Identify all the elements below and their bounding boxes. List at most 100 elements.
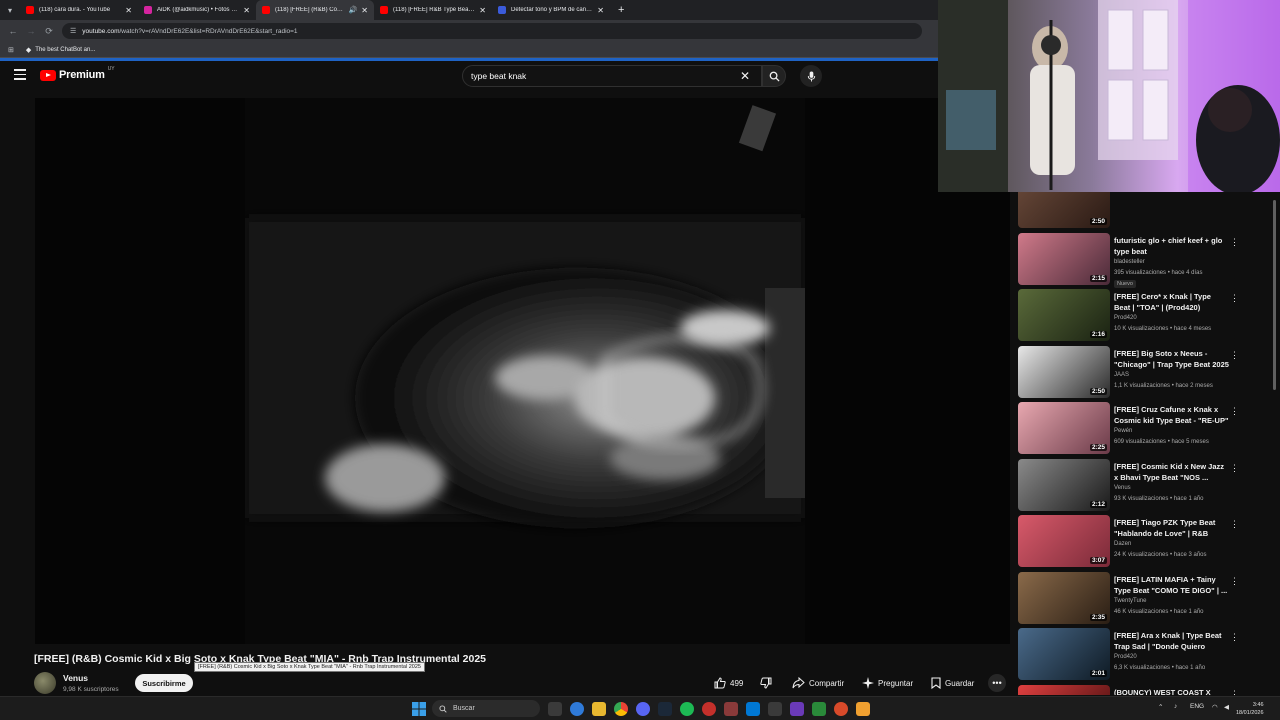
clear-search-icon[interactable]: ✕ — [740, 69, 750, 83]
like-button[interactable]: 499 — [714, 674, 743, 692]
recommendation-title[interactable]: futuristic glo + chief keef + glo type b… — [1114, 235, 1229, 257]
tab-search-icon[interactable]: ▾ — [0, 0, 20, 20]
recommendation-channel[interactable]: Venus — [1114, 485, 1131, 491]
microphone-tray-icon[interactable]: ♪ — [1174, 703, 1177, 710]
recommendation-title[interactable]: [FREE] Tiago PZK Type Beat "Hablando de … — [1114, 517, 1229, 539]
more-actions-icon[interactable]: ••• — [988, 674, 1006, 692]
file-explorer-icon[interactable] — [592, 702, 606, 716]
recommendation-item[interactable]: (BOUNCY) WEST COAST X REGGAETON X DETROI… — [1016, 684, 1246, 696]
dislike-button[interactable] — [760, 674, 776, 692]
browser-tab[interactable]: (118) cara dura. - YouTube ✕ — [20, 0, 138, 20]
browser-tab[interactable]: AiDK (@aidkmusic) • Fotos y vi... ✕ — [138, 0, 256, 20]
task-view-icon[interactable] — [548, 702, 562, 716]
share-button[interactable]: Compartir — [792, 674, 844, 692]
search-input[interactable]: type beat knak — [462, 65, 762, 87]
recommendation-title[interactable]: [FREE] Cosmic Kid x New Jazz x Bhavi Typ… — [1114, 461, 1229, 483]
bookmark-chatbot[interactable]: The best ChatBot an... — [35, 47, 95, 53]
recommendation-title[interactable]: [FREE] LATIN MAFIA + Tainy Type Beat "CO… — [1114, 574, 1229, 596]
save-button[interactable]: Guardar — [931, 674, 974, 692]
more-options-icon[interactable]: ⋮ — [1230, 519, 1239, 530]
recommendation-channel[interactable]: JAAS — [1114, 372, 1129, 378]
recommendation-title[interactable]: [FREE] Ara x Knak | Type Beat Trap Sad |… — [1114, 630, 1229, 652]
tab-audio-icon[interactable]: 🔊 — [349, 6, 358, 14]
recommendation-channel[interactable]: Prod420 — [1114, 315, 1137, 321]
taskbar-search[interactable]: Buscar — [432, 700, 540, 717]
forward-icon[interactable]: → — [22, 26, 40, 36]
recommendation-item[interactable]: 2:15 futuristic glo + chief keef + glo ty… — [1016, 232, 1246, 289]
wifi-icon[interactable]: ◠ — [1212, 703, 1218, 711]
recommendation-thumbnail[interactable]: 2:01 — [1018, 628, 1110, 680]
more-options-icon[interactable]: ⋮ — [1230, 293, 1239, 304]
site-info-icon[interactable]: ☰ — [70, 27, 76, 35]
more-options-icon[interactable]: ⋮ — [1230, 463, 1239, 474]
sidebar-scrollbar[interactable] — [1273, 190, 1278, 695]
tab-close-icon[interactable]: ✕ — [125, 6, 132, 15]
recommendation-title[interactable]: (BOUNCY) WEST COAST X REGGAETON X DETROI… — [1114, 687, 1229, 696]
system-clock[interactable]: 3:46 18/01/2026 — [1236, 701, 1264, 717]
recommendation-channel[interactable]: Prod420 — [1114, 654, 1137, 660]
url-bar[interactable]: ☰ youtube.com /watch?v=rAVndDrE62E&list=… — [62, 23, 922, 39]
menu-icon[interactable] — [14, 69, 26, 81]
volume-icon[interactable]: ◀ — [1224, 703, 1229, 711]
recommendation-title[interactable]: [FREE] Big Soto x Neeus - "Chicago" | Tr… — [1114, 348, 1229, 370]
recommendation-thumbnail[interactable]: 2:12 — [1018, 458, 1110, 511]
tab-close-icon[interactable]: ✕ — [597, 6, 604, 15]
youtube-music-icon[interactable] — [702, 702, 716, 716]
youtube-logo[interactable]: Premium UY — [40, 66, 115, 81]
recommendation-channel[interactable]: bladesteller — [1114, 259, 1145, 265]
more-options-icon[interactable]: ⋮ — [1230, 237, 1239, 248]
recommendation-channel[interactable]: Dazen — [1114, 541, 1131, 547]
more-options-icon[interactable]: ⋮ — [1230, 632, 1239, 643]
recommendation-title[interactable]: [FREE] Cero* x Knak | Type Beat | "TOA" … — [1114, 291, 1229, 313]
windows-start-icon[interactable] — [412, 702, 426, 716]
recommendation-item[interactable]: 2:16 [FREE] Cero* x Knak | Type Beat | "T… — [1016, 289, 1246, 345]
voice-search-button[interactable] — [800, 65, 822, 87]
ask-button[interactable]: Preguntar — [862, 674, 913, 692]
xbox-icon[interactable] — [812, 702, 826, 716]
browser-tab[interactable]: Detectar tono y BPM de canció... ✕ — [492, 0, 610, 20]
tab-close-icon[interactable]: ✕ — [243, 6, 250, 15]
obs-icon[interactable] — [834, 702, 848, 716]
recommendation-item[interactable]: 2:50308 K visualizaciones • hace 7 meses — [1016, 190, 1246, 232]
tab-close-icon[interactable]: ✕ — [361, 6, 368, 15]
search-button[interactable] — [762, 65, 786, 87]
apps-grid-icon[interactable]: ⊞ — [8, 46, 14, 54]
language-indicator[interactable]: ENG — [1190, 703, 1204, 710]
terminal-icon[interactable] — [768, 702, 782, 716]
more-options-icon[interactable]: ⋮ — [1230, 689, 1239, 696]
recommendation-channel[interactable]: TwentyTune — [1114, 598, 1146, 604]
recommendation-item[interactable]: 2:12 [FREE] Cosmic Kid x New Jazz x Bhavi… — [1016, 458, 1246, 515]
vscode-icon[interactable] — [746, 702, 760, 716]
recommendation-thumbnail[interactable]: 2:15 — [1018, 232, 1110, 285]
recommendation-thumbnail[interactable] — [1018, 684, 1110, 695]
browser-tab[interactable]: (118) [FREE] R&B Type Beat - "... ✕ — [374, 0, 492, 20]
recommendation-item[interactable]: 3:07 [FREE] Tiago PZK Type Beat "Hablando… — [1016, 515, 1246, 571]
reload-icon[interactable]: ⟳ — [40, 26, 58, 37]
fl-studio-icon[interactable] — [856, 702, 870, 716]
recommendation-thumbnail[interactable]: 3:07 — [1018, 515, 1110, 567]
more-options-icon[interactable]: ⋮ — [1230, 406, 1239, 417]
tab-close-icon[interactable]: ✕ — [479, 6, 486, 15]
recommendation-item[interactable]: 2:25 [FREE] Cruz Cafune x Knak x Cosmic k… — [1016, 402, 1246, 458]
discord-icon[interactable] — [636, 702, 650, 716]
new-tab-icon[interactable]: + — [618, 4, 624, 16]
recommendation-thumbnail[interactable]: 2:25 — [1018, 402, 1110, 454]
recommendation-thumbnail[interactable]: 2:50 — [1018, 345, 1110, 398]
recommendation-thumbnail[interactable]: 2:16 — [1018, 289, 1110, 341]
recommendation-thumbnail[interactable]: 2:35 — [1018, 571, 1110, 624]
recommendation-item[interactable]: 2:50 [FREE] Big Soto x Neeus - "Chicago" … — [1016, 345, 1246, 402]
browser-tab[interactable]: (118) [FREE] (R&B) Cosmic ...🔊✕ — [256, 0, 374, 20]
visual-studio-icon[interactable] — [790, 702, 804, 716]
channel-avatar[interactable] — [34, 672, 56, 694]
video-player[interactable] — [35, 98, 1010, 644]
recommendation-item[interactable]: 2:01 [FREE] Ara x Knak | Type Beat Trap S… — [1016, 628, 1246, 684]
tray-chevron-icon[interactable]: ⌃ — [1158, 703, 1163, 711]
more-options-icon[interactable]: ⋮ — [1230, 350, 1239, 361]
copilot-icon[interactable] — [570, 702, 584, 716]
recommendation-title[interactable]: [FREE] Cruz Cafune x Knak x Cosmic kid T… — [1114, 404, 1229, 426]
subscribe-button[interactable]: Suscribirme — [135, 674, 193, 692]
recommendation-item[interactable]: 2:35 [FREE] LATIN MAFIA + Tainy Type Beat… — [1016, 571, 1246, 628]
recommendation-channel[interactable]: Pewén — [1114, 428, 1132, 434]
more-options-icon[interactable]: ⋮ — [1230, 576, 1239, 587]
chrome-icon[interactable] — [614, 702, 628, 716]
